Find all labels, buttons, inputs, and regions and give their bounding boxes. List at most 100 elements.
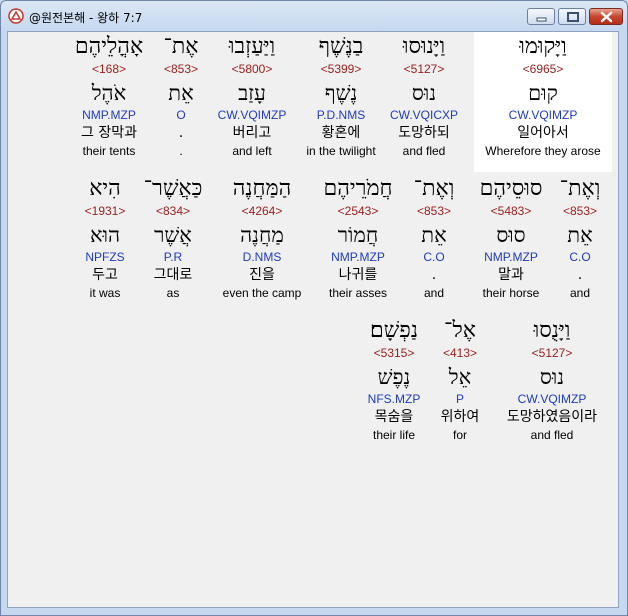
english-gloss: their life — [372, 428, 416, 442]
parsing-code: C.O — [423, 250, 445, 264]
lemma: קוּם — [528, 81, 558, 105]
parsing-code: NMP.MZP — [82, 108, 136, 122]
hebrew-word: וְאֶת־ — [413, 176, 455, 201]
hebrew-word: חֲמֹרֵיהֶם — [323, 176, 393, 201]
korean-gloss: 그대로 — [153, 267, 193, 283]
parsing-code: CW.VQIMZP — [217, 108, 287, 122]
korean-gloss: 위하여 — [440, 409, 480, 425]
hebrew-word: וְאֶת־ — [559, 176, 601, 201]
parsing-code: CW.VQIMZP — [508, 108, 578, 122]
english-gloss: for — [452, 428, 467, 442]
parsing-code: NFS.MZP — [367, 392, 421, 406]
english-gloss: and fled — [530, 428, 574, 442]
strong-number[interactable]: <5800> — [210, 62, 294, 76]
hebrew-word: וַיַּעַזְבוּ — [228, 34, 276, 59]
word-block[interactable]: וְאֶת־ <853> אֵת C.O . and — [408, 174, 460, 314]
lemma: אֹהֶל — [91, 81, 127, 105]
strong-number[interactable]: <5399> — [294, 62, 388, 76]
word-block[interactable]: כַּאֲשֶׁר־ <834> אֲשֶׁר P.R 그대로 as — [136, 174, 210, 314]
interlinear-panel: וַיָּקוּמוּ <6965> קוּם CW.VQIMZP 일어아서 W… — [7, 31, 619, 608]
strong-number[interactable]: <5127> — [492, 346, 612, 360]
word-block[interactable]: וַיָּנוּסוּ <5127> נוּס CW.VQICXP 도망하되 a… — [379, 32, 469, 172]
lemma: הוּא — [89, 223, 121, 247]
strong-number[interactable]: <5315> — [360, 346, 428, 360]
word-block[interactable]: הִיא <1931> הוּא NPFZS 두고 it was — [74, 174, 136, 314]
strong-number[interactable]: <853> — [408, 204, 460, 218]
english-gloss: . — [179, 144, 183, 158]
window-title: @원전본해 - 왕하 7:7 — [29, 11, 143, 25]
strong-number[interactable]: <834> — [136, 204, 210, 218]
english-gloss: in the twilight — [306, 144, 376, 158]
hebrew-word: כַּאֲשֶׁר־ — [143, 176, 203, 201]
word-block[interactable]: הַמַּחֲנֶה <4264> מַחֲנֶה D.NMS 진을 even … — [216, 174, 308, 314]
korean-gloss: 말과 — [498, 267, 524, 283]
english-gloss: their tents — [82, 144, 136, 158]
hebrew-word: סוּסֵיהֶם — [479, 176, 543, 201]
word-block[interactable]: חֲמֹרֵיהֶם <2543> חֲמוֹר NMP.MZP 나귀를 the… — [314, 174, 402, 314]
strong-number[interactable]: <853> — [554, 204, 606, 218]
lemma: אֵת — [567, 223, 593, 247]
parsing-code: C.O — [569, 250, 591, 264]
english-gloss: their asses — [328, 286, 388, 300]
close-icon — [600, 11, 613, 23]
korean-gloss: 나귀를 — [338, 267, 378, 283]
app-icon — [8, 8, 24, 24]
hebrew-word: אֶל־ — [444, 318, 476, 343]
hebrew-word: אָהֳלֵיהֶם — [74, 34, 144, 59]
korean-gloss: 황혼에 — [321, 125, 361, 141]
close-button[interactable] — [589, 8, 623, 25]
minimize-button[interactable] — [527, 8, 555, 25]
minimize-icon — [536, 17, 547, 22]
hebrew-word: הַמַּחֲנֶה — [232, 176, 292, 201]
word-block[interactable]: נַפְשָׁם׃ <5315> נֶפֶשׁ NFS.MZP 목숨을 thei… — [360, 316, 428, 456]
parsing-code: D.NMS — [242, 250, 282, 264]
korean-gloss: 두고 — [92, 267, 118, 283]
strong-number[interactable]: <168> — [64, 62, 154, 76]
maximize-icon — [567, 12, 579, 22]
app-window: @원전본해 - 왕하 7:7 וַיָּקוּמוּ <6965> קוּם C… — [0, 0, 628, 616]
title-bar[interactable]: @원전본해 - 왕하 7:7 — [1, 1, 627, 31]
strong-number[interactable]: <2543> — [314, 204, 402, 218]
korean-gloss: 버리고 — [232, 125, 272, 141]
lemma: עָזַב — [238, 81, 266, 105]
strong-number[interactable]: <6965> — [474, 62, 612, 76]
lemma: נוּס — [539, 365, 565, 389]
parsing-code: CW.VQIMZP — [517, 392, 587, 406]
parsing-code: P.D.NMS — [316, 108, 366, 122]
lemma: נֶשֶׁף — [324, 81, 358, 105]
korean-gloss: . — [431, 267, 437, 283]
maximize-button[interactable] — [558, 8, 586, 25]
word-block[interactable]: אָהֳלֵיהֶם <168> אֹהֶל NMP.MZP 그 장막과 the… — [64, 32, 154, 172]
word-block[interactable]: וַיָּקוּמוּ <6965> קוּם CW.VQIMZP 일어아서 W… — [474, 32, 612, 172]
parsing-code: O — [176, 108, 186, 122]
english-gloss: and — [569, 286, 591, 300]
strong-number[interactable]: <5483> — [468, 204, 554, 218]
parsing-code: NPFZS — [85, 250, 125, 264]
parsing-code: P.R — [163, 250, 183, 264]
english-gloss: their horse — [482, 286, 540, 300]
word-block[interactable]: אֶל־ <413> אֵל P 위하여 for — [432, 316, 488, 456]
word-block[interactable]: אֶת־ <853> אֵת O . . — [156, 32, 206, 172]
lemma: נֶפֶשׁ — [377, 365, 411, 389]
hebrew-word: בַנֶּשֶׁף — [318, 34, 364, 59]
lemma: אֵת — [168, 81, 194, 105]
english-gloss: and left — [232, 144, 272, 158]
strong-number[interactable]: <4264> — [216, 204, 308, 218]
english-gloss: Wherefore they arose — [485, 144, 601, 158]
strong-number[interactable]: <5127> — [379, 62, 469, 76]
strong-number[interactable]: <1931> — [74, 204, 136, 218]
lemma: חֲמוֹר — [337, 223, 379, 247]
strong-number[interactable]: <413> — [432, 346, 488, 360]
lemma: אֲשֶׁר — [154, 223, 192, 247]
korean-gloss: 그 장막과 — [81, 125, 137, 141]
strong-number[interactable]: <853> — [156, 62, 206, 76]
word-block[interactable]: וְאֶת־ <853> אֵת C.O . and — [554, 174, 606, 314]
english-gloss: and fled — [402, 144, 446, 158]
word-block[interactable]: וַיַּעַזְבוּ <5800> עָזַב CW.VQIMZP 버리고 … — [210, 32, 294, 172]
korean-gloss: 일어아서 — [517, 125, 569, 141]
word-block[interactable]: בַנֶּשֶׁף <5399> נֶשֶׁף P.D.NMS 황혼에 in t… — [294, 32, 388, 172]
english-gloss: as — [166, 286, 180, 300]
word-block[interactable]: וַיָּנֻסוּ <5127> נוּס CW.VQIMZP 도망하였음이라… — [492, 316, 612, 456]
hebrew-word: נַפְשָׁם׃ — [370, 318, 418, 343]
word-block[interactable]: סוּסֵיהֶם <5483> סוּס NMP.MZP 말과 their h… — [468, 174, 554, 314]
